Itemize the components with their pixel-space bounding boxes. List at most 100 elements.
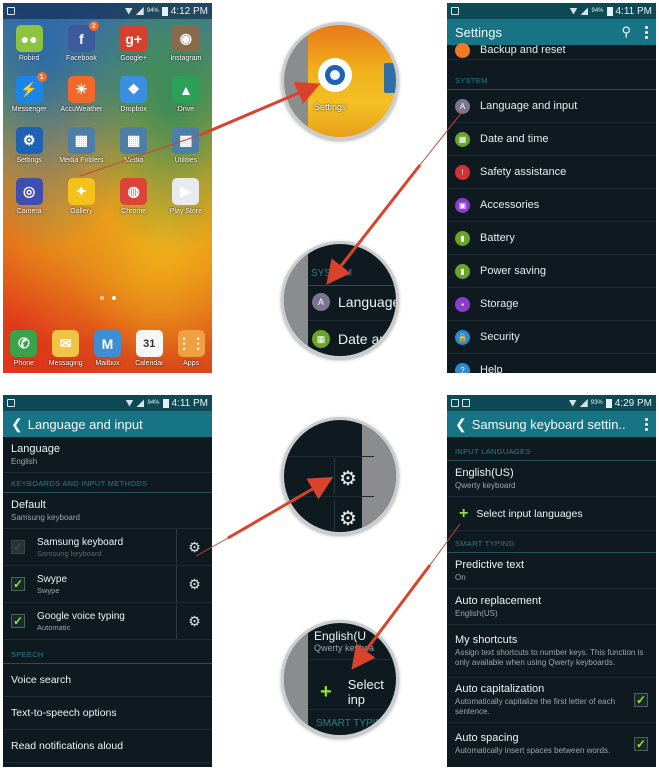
settings-item-accessories[interactable]: ▣ Accessories bbox=[447, 189, 656, 222]
divider bbox=[334, 500, 335, 532]
keyboard-enable-checkbox[interactable]: ✓ bbox=[11, 577, 25, 591]
app-messaging[interactable]: ✉ Messaging bbox=[45, 330, 87, 367]
app-settings[interactable]: ⚙ Settings bbox=[3, 127, 55, 164]
keyboard-enable-checkbox[interactable]: ✓ bbox=[11, 614, 25, 628]
auto-spacing-checkbox[interactable]: ✓ bbox=[634, 737, 648, 751]
speech-item-voice-search[interactable]: Voice search bbox=[3, 664, 212, 697]
my-shortcuts-setting[interactable]: My shortcuts Assign text shortcuts to nu… bbox=[447, 625, 656, 678]
app-instagram[interactable]: ◉ Instagram bbox=[160, 25, 212, 62]
settings-item-power-saving[interactable]: ▮ Power saving bbox=[447, 255, 656, 288]
divider bbox=[284, 496, 374, 497]
app-label: Phone bbox=[13, 360, 35, 367]
select-input-languages-label: Select input languages bbox=[476, 507, 583, 520]
setting-description: Assign text shortcuts to number keys. Th… bbox=[455, 648, 644, 667]
battery-icon bbox=[162, 398, 169, 408]
screenshot-notification-icon bbox=[7, 7, 15, 15]
auto-capitalization-checkbox[interactable]: ✓ bbox=[634, 693, 648, 707]
backup-icon bbox=[455, 42, 470, 58]
keyboard-settings-button[interactable]: ⚙ bbox=[176, 566, 212, 602]
signal-icon bbox=[580, 7, 589, 15]
app-phone[interactable]: ✆ Phone bbox=[3, 330, 45, 367]
screenshot-notification-icon bbox=[462, 399, 470, 407]
calendar-notification-icon bbox=[451, 399, 459, 407]
wifi-icon bbox=[568, 399, 577, 407]
app-calendar[interactable]: 31 Calendar bbox=[128, 330, 170, 367]
app-play-store[interactable]: ▶ Play Store bbox=[160, 178, 212, 215]
app-gallery[interactable]: ✦ Gallery bbox=[55, 178, 107, 215]
app-apps[interactable]: ⋮⋮ Apps bbox=[170, 330, 212, 367]
more-options-icon[interactable] bbox=[645, 417, 648, 431]
app-label: Media bbox=[124, 157, 144, 164]
keyboard-label-group[interactable]: Swype Swype bbox=[37, 574, 176, 595]
select-input-languages-button[interactable]: + Select input languages bbox=[447, 497, 656, 531]
settings-item-language-and-input[interactable]: A Language and input bbox=[447, 90, 656, 123]
settings-item-safety-assistance[interactable]: ! Safety assistance bbox=[447, 156, 656, 189]
page-title: Samsung keyboard settin.. bbox=[471, 416, 626, 432]
settings-screen: 94% 4:11 PM Settings ⚲ Backup and reset … bbox=[447, 3, 656, 373]
zoom-callout-select-input-languages: English(U Qwerty keyboa + Select inp SMA… bbox=[281, 620, 399, 738]
mailbox-icon: M bbox=[93, 330, 121, 357]
keyboard-settings-button[interactable]: ⚙ bbox=[176, 603, 212, 639]
folder-icon-partial bbox=[384, 63, 396, 93]
settings-item-storage[interactable]: ▪ Storage bbox=[447, 288, 656, 321]
gear-icon: ⚙ bbox=[188, 575, 201, 592]
settings-item-help[interactable]: ? Help bbox=[447, 354, 656, 373]
default-keyboard-setting[interactable]: Default Samsung keyboard bbox=[3, 493, 212, 529]
robird-icon: ●● bbox=[15, 25, 43, 52]
app-dropbox[interactable]: ❖ Dropbox bbox=[108, 76, 160, 113]
zoom-edge bbox=[284, 244, 308, 356]
settings-item-backup-and-reset[interactable]: Backup and reset bbox=[447, 41, 656, 60]
settings-item-label: Power saving bbox=[480, 265, 547, 277]
settings-item-battery[interactable]: ▮ Battery bbox=[447, 222, 656, 255]
app-mailbox[interactable]: M Mailbox bbox=[87, 330, 129, 367]
keyboard-label-group[interactable]: Google voice typing Automatic bbox=[37, 611, 176, 632]
auto-capitalization-setting[interactable]: Auto capitalization Automatically capita… bbox=[447, 678, 656, 723]
speech-item-read-notifications-aloud[interactable]: Read notifications aloud bbox=[3, 730, 212, 763]
app-google-[interactable]: g+ Google+ bbox=[108, 25, 160, 62]
search-icon[interactable]: ⚲ bbox=[621, 24, 631, 40]
input-language-english-us[interactable]: English(US) Qwerty keyboard bbox=[447, 461, 656, 497]
date-row: ▦ Date an bbox=[312, 330, 387, 348]
language-setting[interactable]: Language English bbox=[3, 437, 212, 473]
predictive-text-setting[interactable]: Predictive text On bbox=[447, 553, 656, 589]
app-camera[interactable]: ◎ Camera bbox=[3, 178, 55, 215]
status-bar: 94% 4:11 PM bbox=[447, 3, 656, 19]
back-arrow-icon[interactable]: ❮ bbox=[11, 416, 23, 433]
app-drive[interactable]: ▲ Drive bbox=[160, 76, 212, 113]
app-chrome[interactable]: ◍ Chrome bbox=[108, 178, 160, 215]
settings-item-label: Help bbox=[480, 364, 503, 373]
app-media-folders[interactable]: ▦ Media Folders bbox=[55, 127, 107, 164]
divider bbox=[308, 320, 396, 321]
dropbox-icon: ❖ bbox=[120, 76, 148, 103]
divider bbox=[308, 709, 396, 710]
settings-item-date-and-time[interactable]: ▦ Date and time bbox=[447, 123, 656, 156]
app-media[interactable]: ▦ Media bbox=[108, 127, 160, 164]
settings-item-security[interactable]: 🔒 Security bbox=[447, 321, 656, 354]
app-messenger[interactable]: ⚡ 1 Messenger bbox=[3, 72, 55, 113]
back-arrow-icon[interactable]: ❮ bbox=[455, 416, 467, 433]
app-label: Apps bbox=[183, 360, 200, 367]
app-utilities[interactable]: ▦ Utilities bbox=[160, 127, 212, 164]
keyboard-list: ✓ Samsung keyboard Samsung keyboard ⚙ ✓ Swype… bbox=[3, 529, 212, 640]
page-dot[interactable] bbox=[99, 296, 104, 300]
keyboard-settings-button[interactable]: ⚙ bbox=[176, 529, 212, 565]
settings-item-label: Language and input bbox=[480, 100, 578, 112]
page-dot-active[interactable] bbox=[111, 296, 116, 300]
drive-icon: ▲ bbox=[172, 76, 200, 103]
keyboard-row-samsung-keyboard: ✓ Samsung keyboard Samsung keyboard ⚙ bbox=[3, 529, 212, 566]
auto-spacing-setting[interactable]: Auto spacing Automatically insert spaces… bbox=[447, 723, 656, 765]
app-label: Facebook bbox=[66, 55, 97, 62]
auto-replacement-setting[interactable]: Auto replacement English(US) bbox=[447, 589, 656, 625]
setting-value: On bbox=[455, 572, 466, 582]
battery-percent: 94% bbox=[591, 8, 604, 14]
app-facebook[interactable]: f 2 Facebook bbox=[55, 21, 107, 62]
speech-item-text-to-speech-options[interactable]: Text-to-speech options bbox=[3, 697, 212, 730]
more-options-icon[interactable] bbox=[645, 25, 648, 39]
app-label: Mailbox bbox=[95, 360, 120, 367]
keyboard-subtitle: Swype bbox=[37, 585, 60, 595]
app-accuweather[interactable]: ☀ AccuWeather bbox=[55, 76, 107, 113]
gear-icon: ⚙ bbox=[188, 612, 201, 629]
page-indicator bbox=[3, 296, 212, 300]
app-robird[interactable]: ●● Robird bbox=[3, 25, 55, 62]
keyboard-label-group[interactable]: Samsung keyboard Samsung keyboard bbox=[37, 537, 176, 558]
